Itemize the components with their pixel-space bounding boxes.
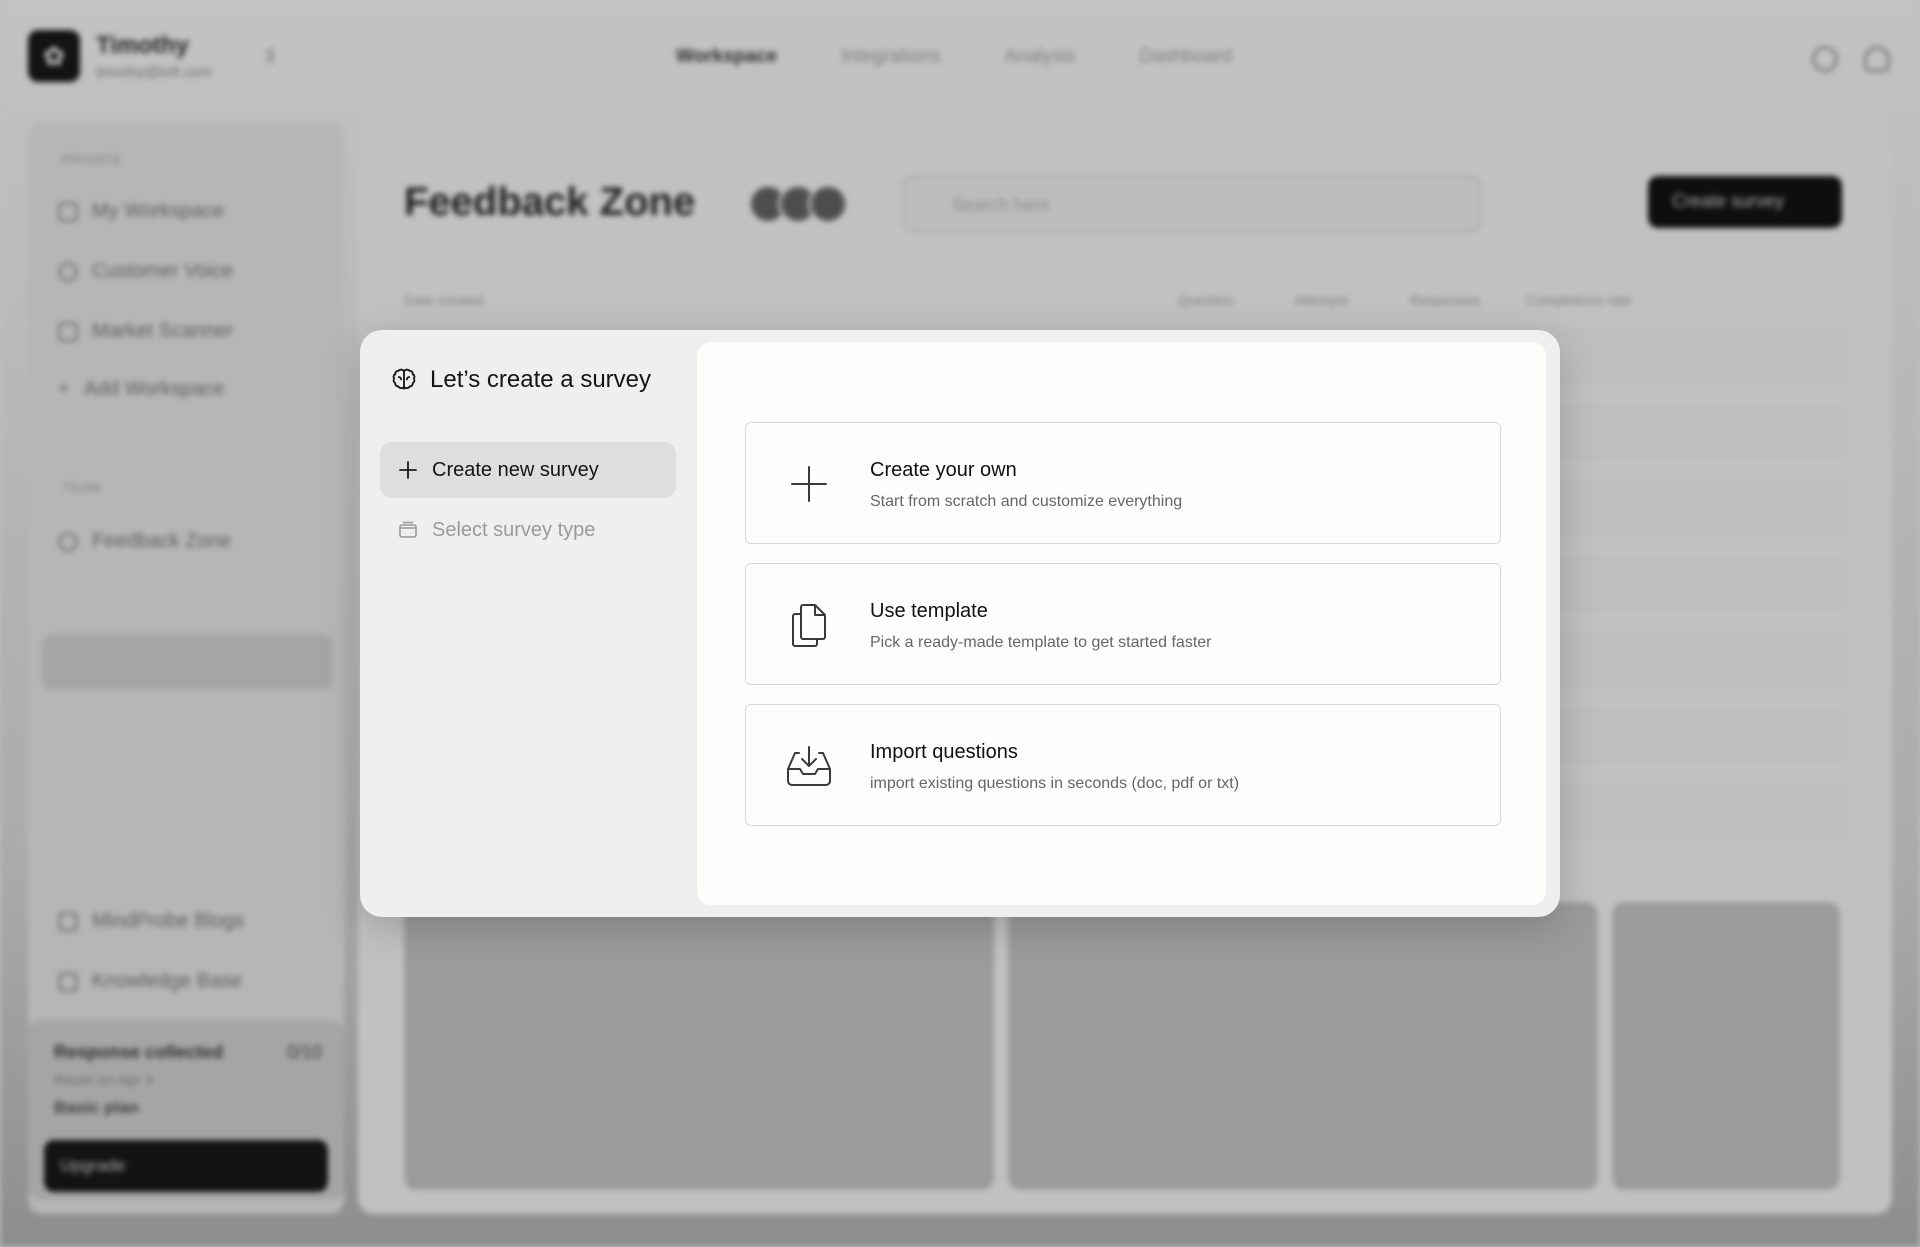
modal-title: Let’s create a survey	[430, 366, 652, 393]
brain-icon	[392, 368, 416, 390]
folder-icon	[399, 521, 417, 538]
option-title: Import questions	[870, 741, 1018, 763]
copy-document-icon	[792, 604, 826, 647]
step-select-survey-type[interactable]: Select survey type	[380, 502, 676, 558]
option-use-template[interactable]: Use template Pick a ready-made template …	[745, 563, 1501, 685]
inbox-download-icon	[787, 746, 831, 786]
option-import-questions[interactable]: Import questions import existing questio…	[745, 704, 1501, 826]
plus-icon	[791, 466, 827, 502]
modal-header: Let’s create a survey	[390, 366, 651, 394]
plus-icon	[399, 461, 417, 479]
option-description: Start from scratch and customize everyth…	[870, 493, 1183, 510]
option-description: import existing questions in seconds (do…	[870, 775, 1240, 792]
step-create-new-survey[interactable]: Create new survey	[380, 442, 676, 498]
option-description: Pick a ready-made template to get starte…	[870, 634, 1212, 651]
step-label: Select survey type	[432, 518, 596, 541]
step-label: Create new survey	[432, 458, 599, 481]
option-title: Create your own	[870, 459, 1017, 481]
option-title: Use template	[870, 600, 988, 622]
modal-content: Create your own Start from scratch and c…	[697, 342, 1546, 905]
option-create-your-own[interactable]: Create your own Start from scratch and c…	[745, 422, 1501, 544]
create-survey-modal: Let’s create a survey Create new survey …	[360, 330, 1560, 917]
